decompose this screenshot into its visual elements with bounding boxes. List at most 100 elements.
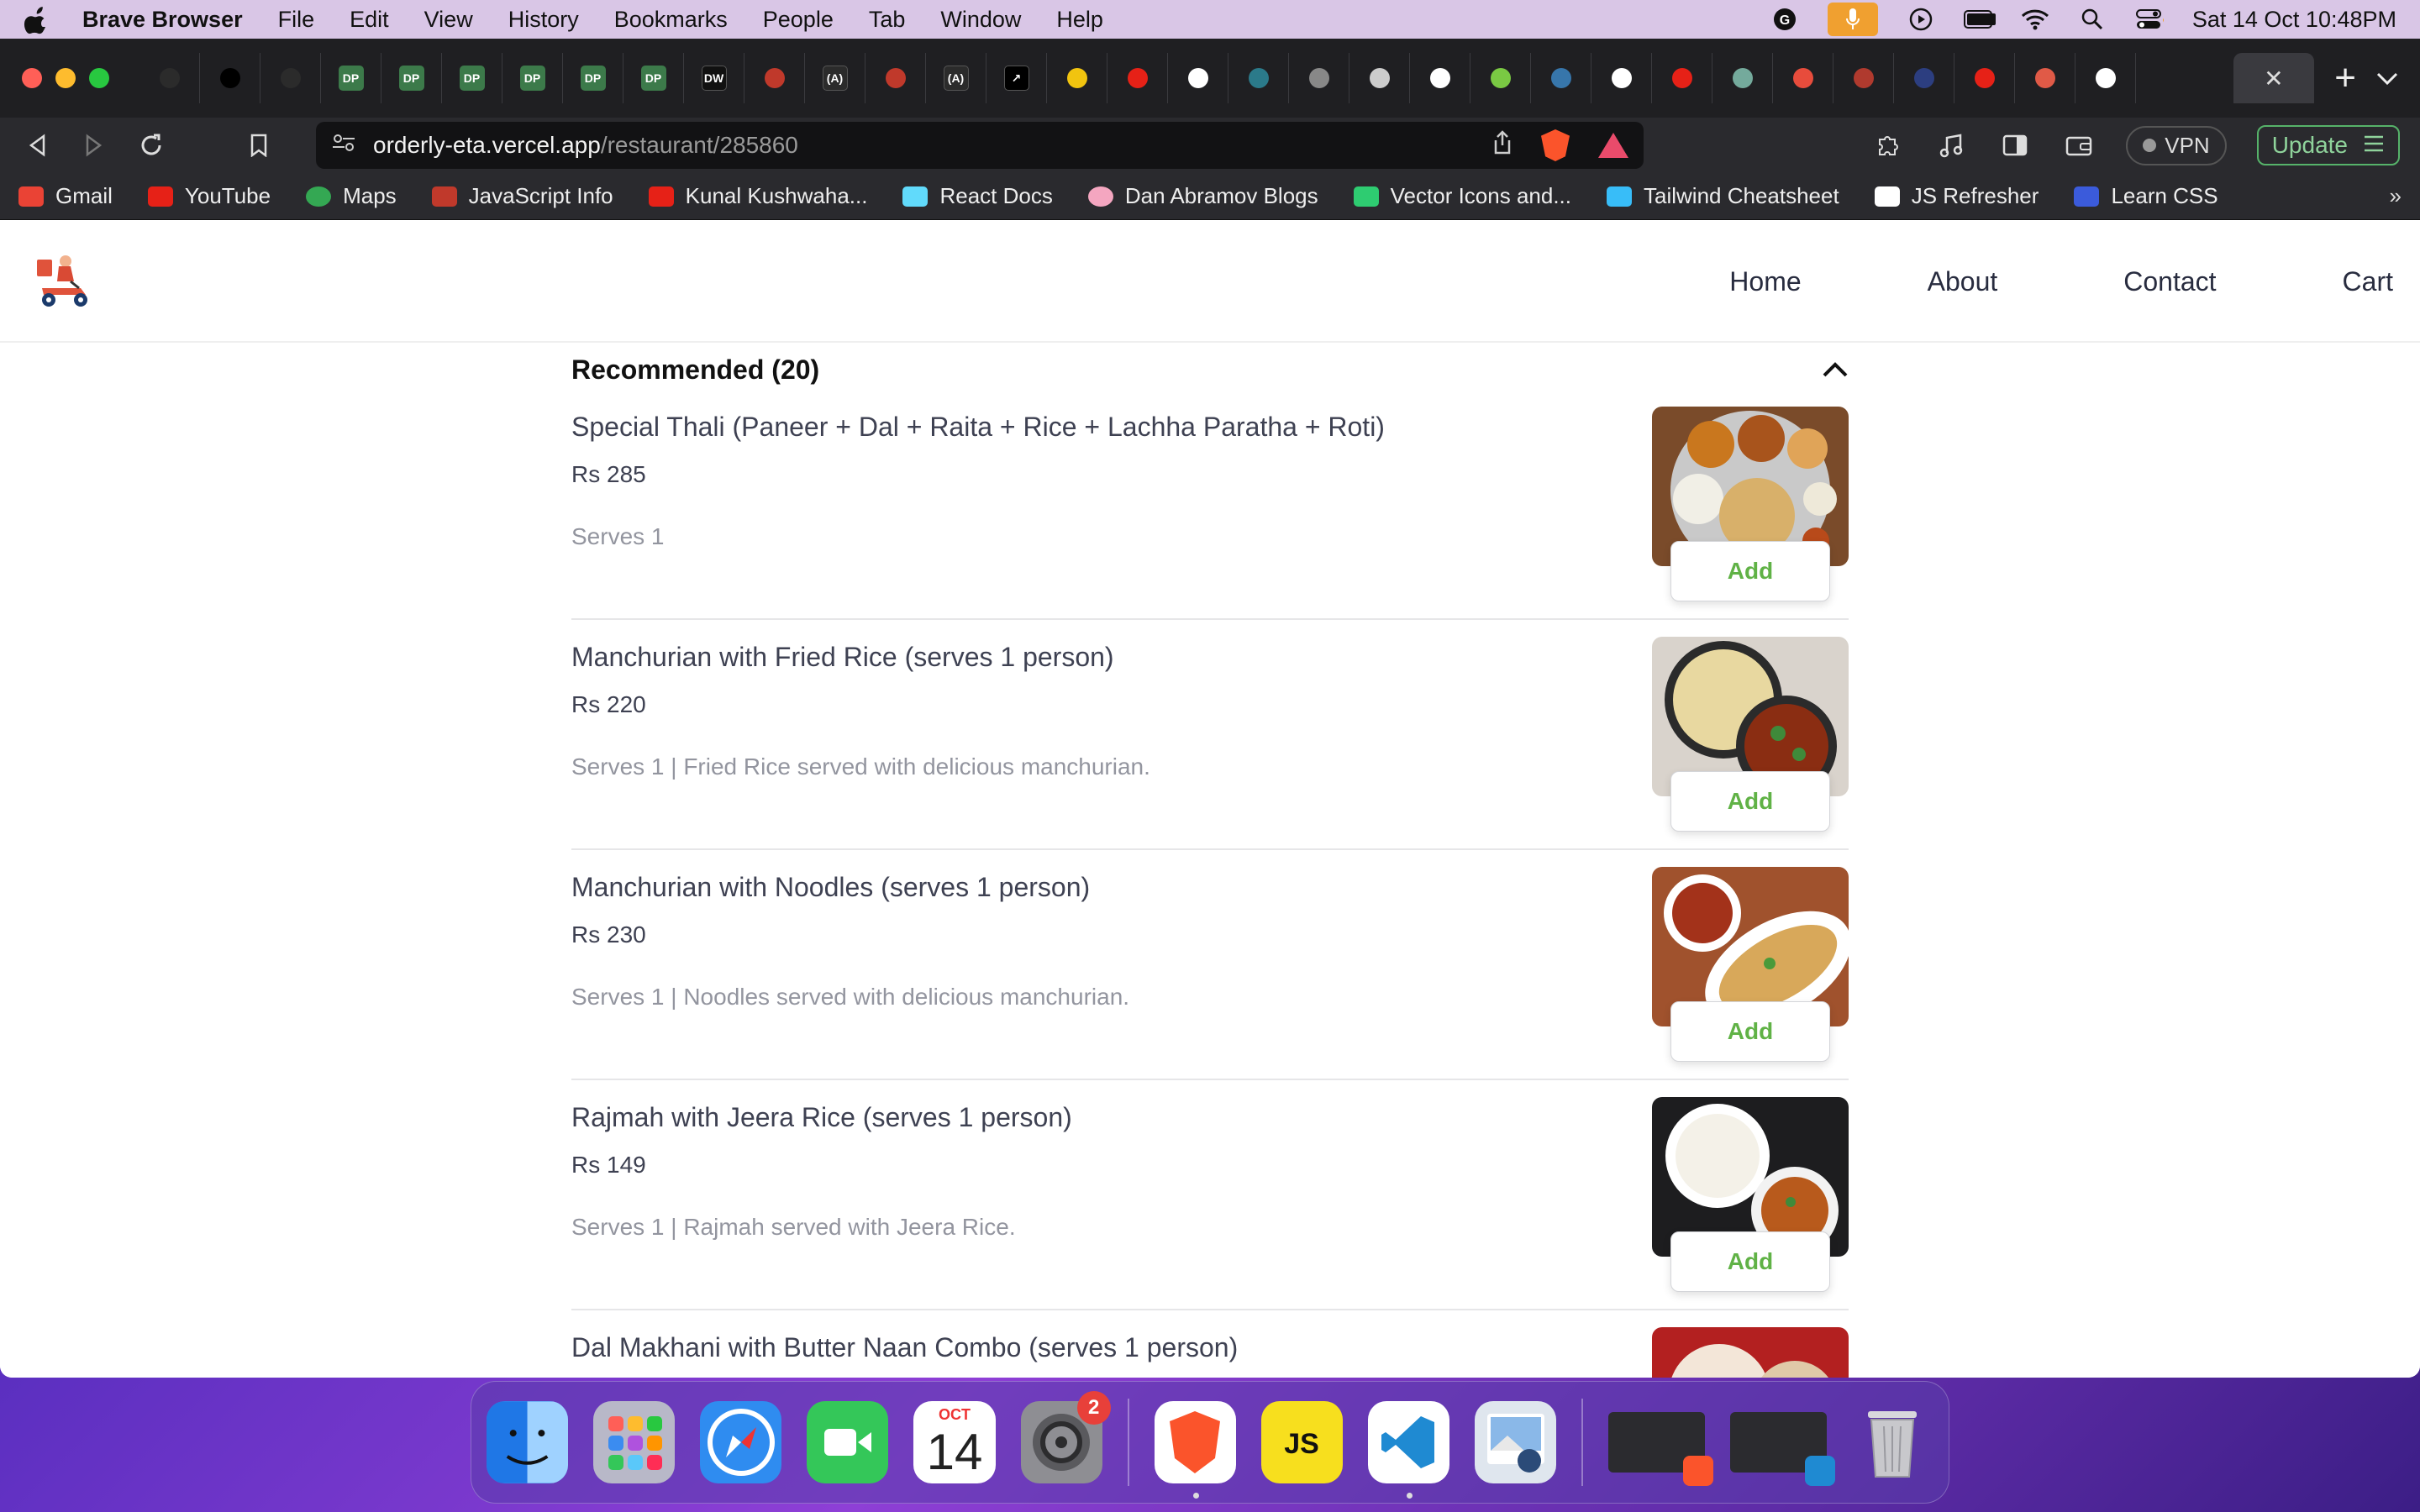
brave-rewards-icon[interactable] [1598, 133, 1628, 158]
add-to-cart-button[interactable]: Add [1670, 541, 1830, 601]
nav-contact-link[interactable]: Contact [2123, 266, 2216, 297]
browser-tab[interactable] [1349, 53, 1410, 103]
safari-icon[interactable] [700, 1401, 782, 1483]
nav-home-link[interactable]: Home [1729, 266, 1801, 297]
bookmark-item[interactable]: Tailwind Cheatsheet [1607, 183, 1839, 209]
nav-about-link[interactable]: About [1928, 266, 1998, 297]
browser-tab[interactable] [260, 53, 321, 103]
browser-tab[interactable] [200, 53, 260, 103]
browser-tab[interactable] [744, 53, 805, 103]
browser-tab[interactable] [1228, 53, 1289, 103]
minimized-vscode-window[interactable] [1730, 1412, 1835, 1486]
menu-edit[interactable]: Edit [350, 7, 389, 33]
js-icon[interactable]: JS [1260, 1401, 1343, 1483]
browser-tab[interactable] [139, 53, 200, 103]
menu-file[interactable]: File [278, 7, 315, 33]
menu-history[interactable]: History [508, 7, 579, 33]
browser-tab[interactable] [1410, 53, 1470, 103]
vpn-button[interactable]: VPN [2126, 125, 2227, 165]
bookmark-item[interactable]: Dan Abramov Blogs [1087, 183, 1318, 209]
launchpad-icon[interactable] [593, 1401, 676, 1483]
settings-icon[interactable]: 2 [1020, 1391, 1111, 1483]
facetime-icon[interactable] [807, 1401, 889, 1483]
vscode-icon[interactable] [1367, 1401, 1449, 1499]
browser-tab[interactable] [1954, 53, 2015, 103]
browser-tab[interactable] [1289, 53, 1349, 103]
extensions-icon[interactable] [1870, 129, 1904, 162]
wifi-icon[interactable] [2021, 7, 2049, 32]
zoom-window-button[interactable] [89, 68, 109, 88]
control-center-icon[interactable] [2135, 7, 2164, 32]
menu-bookmarks[interactable]: Bookmarks [614, 7, 728, 33]
menu-help[interactable]: Help [1056, 7, 1103, 33]
minimize-window-button[interactable] [55, 68, 76, 88]
browser-tab[interactable] [1894, 53, 1954, 103]
browser-tab[interactable]: DP [623, 53, 684, 103]
browser-tab[interactable] [1107, 53, 1168, 103]
browser-tab[interactable] [1712, 53, 1773, 103]
trash-icon[interactable] [1852, 1401, 1933, 1483]
bookmark-item[interactable]: React Docs [902, 183, 1053, 209]
add-to-cart-button[interactable]: Add [1670, 1001, 1830, 1062]
browser-tab[interactable] [865, 53, 926, 103]
chevron-up-icon[interactable] [1822, 356, 1849, 383]
browser-tab[interactable]: DP [502, 53, 563, 103]
menu-window[interactable]: Window [940, 7, 1021, 33]
browser-tab[interactable]: (A) [805, 53, 865, 103]
reload-button[interactable] [134, 129, 168, 162]
bookmark-item[interactable]: Gmail [18, 183, 113, 209]
recommended-section-header[interactable]: Recommended (20) [571, 343, 1849, 390]
nav-cart-link[interactable]: Cart [2343, 266, 2393, 297]
browser-tab[interactable] [1470, 53, 1531, 103]
browser-tab[interactable]: DP [321, 53, 381, 103]
browser-tab[interactable] [1833, 53, 1894, 103]
forward-button[interactable] [77, 129, 111, 162]
browser-tab[interactable] [1047, 53, 1107, 103]
app-name-menu[interactable]: Brave Browser [82, 7, 243, 33]
spotlight-search-icon[interactable] [2078, 7, 2107, 32]
site-settings-icon[interactable] [331, 133, 356, 159]
bookmark-item[interactable]: Learn CSS [2074, 183, 2218, 209]
share-icon[interactable] [1492, 129, 1512, 161]
browser-tab[interactable]: DW [684, 53, 744, 103]
add-to-cart-button[interactable]: Add [1670, 1231, 1830, 1292]
menubar-clock[interactable]: Sat 14 Oct 10:48PM [2192, 7, 2396, 33]
finder-icon[interactable] [487, 1401, 569, 1483]
menu-tab[interactable]: Tab [869, 7, 906, 33]
bookmark-item[interactable]: Kunal Kushwaha... [648, 183, 867, 209]
microphone-icon[interactable] [1827, 3, 1878, 36]
browser-tab[interactable] [2015, 53, 2075, 103]
calendar-icon[interactable]: OCT 14 [913, 1401, 996, 1483]
delivery-scooter-logo-icon[interactable] [34, 251, 94, 312]
media-music-icon[interactable] [1934, 129, 1968, 162]
bookmark-item[interactable]: JavaScript Info [431, 183, 613, 209]
browser-tab[interactable]: DP [442, 53, 502, 103]
browser-tab[interactable]: ↗ [986, 53, 1047, 103]
wallet-icon[interactable] [2062, 129, 2096, 162]
battery-icon[interactable] [1963, 7, 1996, 32]
menu-view[interactable]: View [424, 7, 473, 33]
browser-tab[interactable]: DP [381, 53, 442, 103]
browser-tab[interactable] [2075, 53, 2136, 103]
menu-people[interactable]: People [763, 7, 834, 33]
browser-tab[interactable]: DP [563, 53, 623, 103]
browser-tab[interactable] [1591, 53, 1652, 103]
new-tab-button[interactable]: + [2334, 57, 2356, 99]
bookmarks-overflow-button[interactable]: » [2390, 183, 2402, 209]
update-button[interactable]: Update [2256, 125, 2400, 165]
browser-tab[interactable] [1168, 53, 1228, 103]
sidebar-toggle-icon[interactable] [1998, 129, 2032, 162]
browser-tab[interactable] [1652, 53, 1712, 103]
preview-icon[interactable] [1474, 1401, 1557, 1483]
apple-menu-icon[interactable] [24, 6, 49, 34]
back-button[interactable] [20, 129, 54, 162]
browser-tab[interactable] [1773, 53, 1833, 103]
bookmark-item[interactable]: Vector Icons and... [1353, 183, 1571, 209]
browser-tab[interactable]: (A) [926, 53, 986, 103]
grammarly-icon[interactable]: G [1770, 7, 1799, 32]
bookmark-page-icon[interactable] [242, 129, 276, 162]
add-to-cart-button[interactable]: Add [1670, 771, 1830, 832]
close-window-button[interactable] [22, 68, 42, 88]
brave-shields-icon[interactable] [1541, 129, 1570, 161]
tab-active[interactable]: ✕ [2233, 53, 2315, 103]
